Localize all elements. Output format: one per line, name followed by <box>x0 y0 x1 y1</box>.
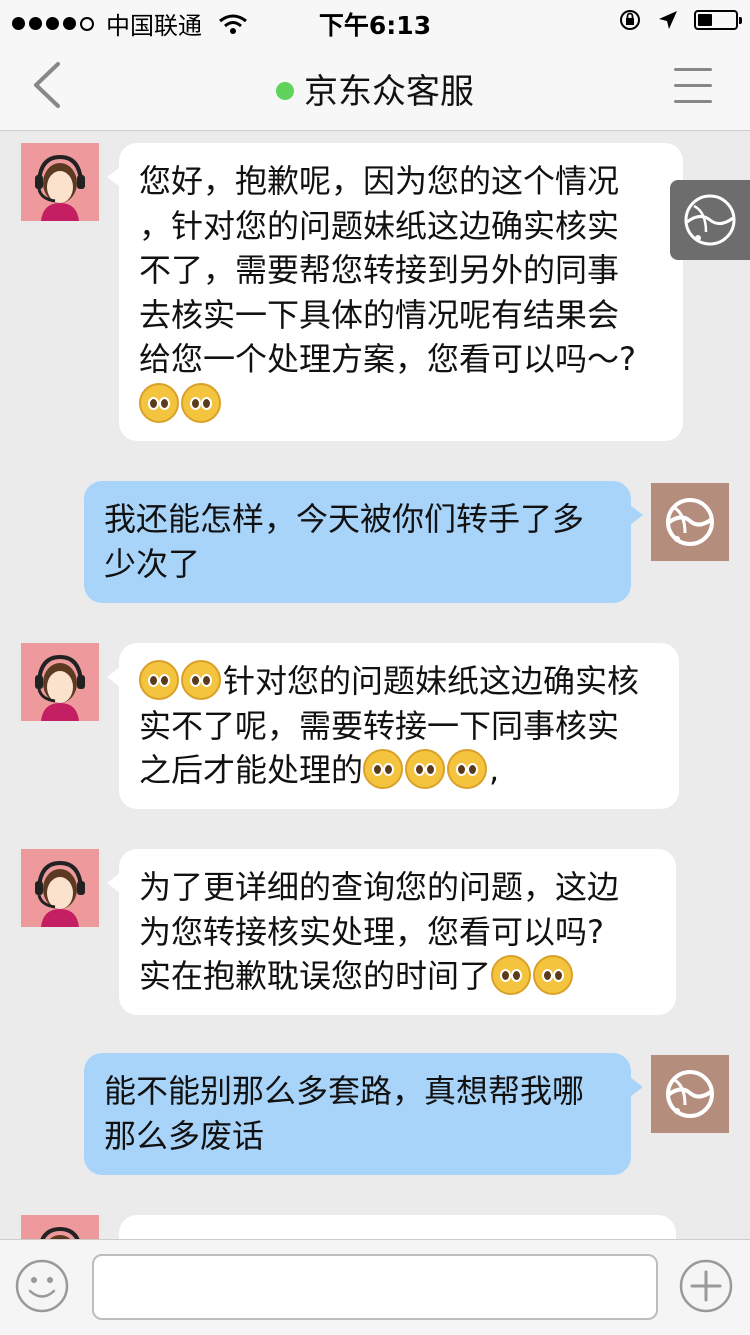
customer-service-float-button[interactable] <box>670 180 750 260</box>
agent-avatar-icon <box>40 1226 80 1239</box>
message-text-line: 少次了 <box>104 544 201 583</box>
message-input[interactable] <box>92 1254 658 1320</box>
message-text-line: 您好，抱歉呢，因为您的这个情况 <box>139 162 620 200</box>
emoji-row <box>139 382 663 427</box>
plus-circle-icon[interactable] <box>678 1258 734 1314</box>
location-arrow-icon <box>659 11 677 29</box>
online-status-dot <box>276 81 294 100</box>
pleading-face-emoji-icon <box>181 660 221 700</box>
agent-avatar[interactable] <box>21 643 99 721</box>
message-text-line: 为您转接核实处理，您看可以吗? <box>139 912 604 951</box>
user-avatar-icon <box>666 1070 714 1118</box>
agent-avatar[interactable] <box>21 143 99 221</box>
message-text-line: 去核实一下具体的情况呢有结果会 <box>139 295 620 334</box>
agent-avatar-icon <box>35 654 85 721</box>
user-avatar[interactable] <box>651 1055 729 1133</box>
message-agent-1: 您好，抱歉呢，因为您的这个情况 ，针对您的问题妹纸这边确实核实 不了，需要帮您转… <box>0 131 750 441</box>
nav-bar: 京东众客服 <box>0 40 750 131</box>
user-avatar[interactable] <box>651 483 729 561</box>
message-agent-4-partial <box>0 1203 750 1239</box>
message-text-line: 我还能怎样，今天被你们转手了多 <box>104 500 585 538</box>
agent-avatar-icon <box>35 154 85 221</box>
agent-avatar[interactable] <box>21 849 99 927</box>
message-text: 实在抱歉耽误您的时间了 <box>139 957 492 995</box>
user-avatar-icon <box>666 498 714 546</box>
agent-message-bubble[interactable] <box>119 1215 676 1239</box>
chat-area[interactable]: 您好，抱歉呢，因为您的这个情况 ，针对您的问题妹纸这边确实核实 不了，需要帮您转… <box>0 131 750 1239</box>
message-user-1: 我还能怎样，今天被你们转手了多 少次了 <box>0 471 750 611</box>
pleading-face-emoji-icon <box>181 382 221 423</box>
message-text-line: 那么多废话 <box>104 1116 265 1155</box>
page-title-text: 京东众客服 <box>304 72 474 112</box>
message-text: , <box>489 751 500 789</box>
message-text-line: 实不了呢，需要转接一下同事核实 <box>139 706 620 745</box>
pleading-face-emoji-icon <box>491 955 532 995</box>
jd-service-icon <box>684 194 736 246</box>
agent-avatar-icon <box>35 860 85 927</box>
message-text: 针对您的问题妹纸这边确实核 <box>223 662 640 700</box>
message-text-line: 为了更详细的查询您的问题，这边 <box>139 868 620 906</box>
pleading-face-emoji-icon <box>139 660 179 700</box>
pleading-face-emoji-icon <box>533 955 574 995</box>
message-agent-2: 针对您的问题妹纸这边确实核 实不了呢，需要转接一下同事核实 之后才能处理的, <box>0 631 750 811</box>
user-message-bubble[interactable]: 我还能怎样，今天被你们转手了多 少次了 <box>84 481 643 603</box>
message-text-line: ，针对您的问题妹纸这边确实核实 <box>139 206 620 245</box>
battery-icon <box>694 10 742 30</box>
pleading-face-emoji-icon <box>405 749 446 789</box>
status-bar: 中国联通 下午6:13 <box>0 0 750 40</box>
orientation-lock-icon <box>620 10 640 30</box>
pleading-face-emoji-icon <box>139 382 179 423</box>
pleading-face-emoji-icon <box>447 749 488 789</box>
message-text-line: 之后才能处理的, <box>139 748 659 793</box>
user-message-bubble[interactable]: 能不能别那么多套路，真想帮我哪 那么多废话 <box>84 1053 643 1175</box>
message-user-2: 能不能别那么多套路，真想帮我哪 那么多废话 <box>0 1043 750 1183</box>
message-text-line: 能不能别那么多套路，真想帮我哪 <box>104 1072 585 1110</box>
message-text: 之后才能处理的 <box>139 751 364 789</box>
smiley-icon[interactable] <box>14 1258 70 1314</box>
input-bar <box>0 1239 750 1335</box>
hamburger-menu-icon[interactable] <box>674 68 712 104</box>
status-right <box>618 8 742 32</box>
message-text-line: 给您一个处理方案，您看可以吗～? <box>139 340 636 378</box>
message-agent-3: 为了更详细的查询您的问题，这边 为您转接核实处理，您看可以吗? 实在抱歉耽误您的… <box>0 837 750 1017</box>
agent-avatar[interactable] <box>21 1215 99 1239</box>
agent-message-bubble[interactable]: 您好，抱歉呢，因为您的这个情况 ，针对您的问题妹纸这边确实核实 不了，需要帮您转… <box>107 143 683 441</box>
pleading-face-emoji-icon <box>363 749 404 789</box>
agent-message-bubble[interactable]: 针对您的问题妹纸这边确实核 实不了呢，需要转接一下同事核实 之后才能处理的, <box>107 643 679 809</box>
page-title: 京东众客服 <box>0 64 750 113</box>
message-text-line: 实在抱歉耽误您的时间了 <box>139 954 656 999</box>
agent-message-bubble[interactable]: 为了更详细的查询您的问题，这边 为您转接核实处理，您看可以吗? 实在抱歉耽误您的… <box>107 849 676 1015</box>
message-text-line: 针对您的问题妹纸这边确实核 <box>139 659 659 704</box>
message-text-line: 不了，需要帮您转接到另外的同事 <box>139 251 620 289</box>
